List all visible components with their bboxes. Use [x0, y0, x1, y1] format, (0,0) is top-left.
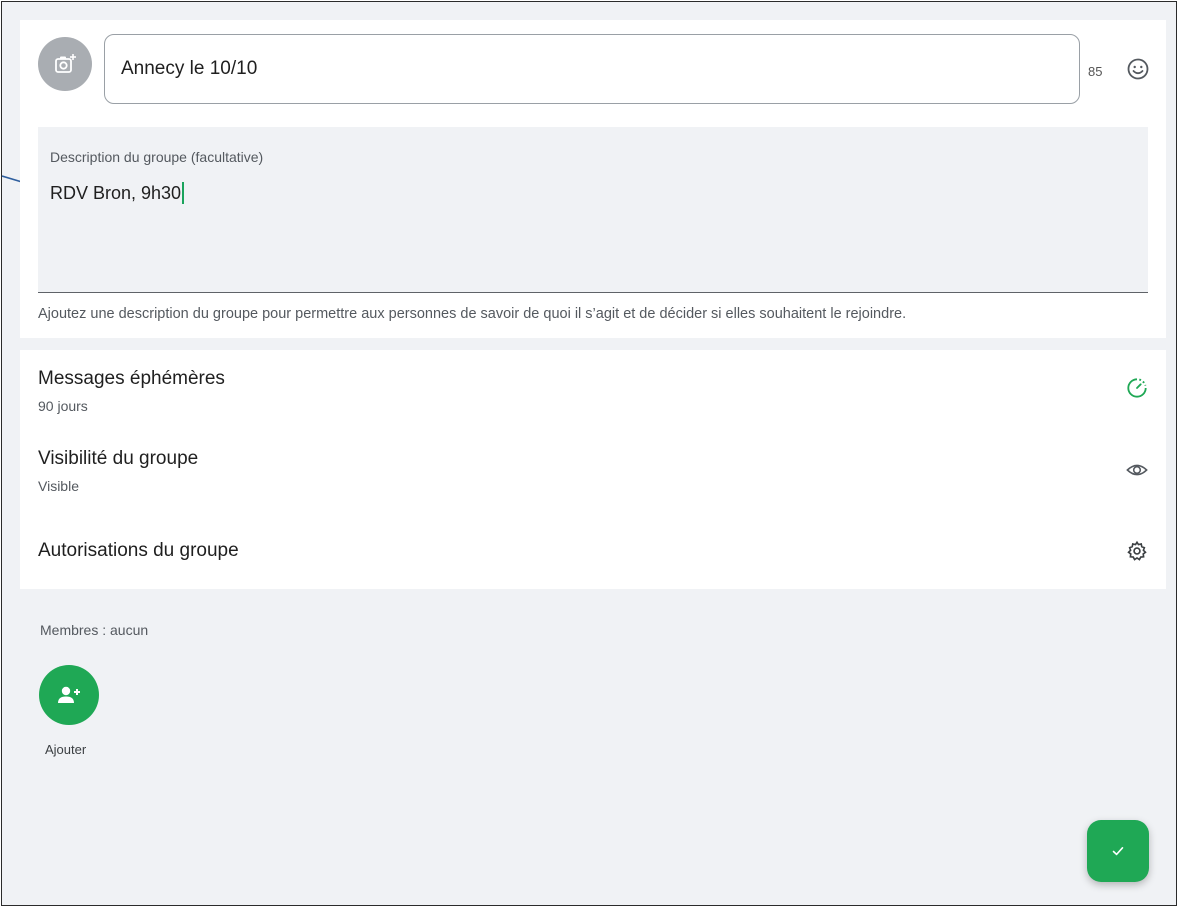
ephemeral-messages-title: Messages éphémères — [38, 368, 225, 389]
camera-add-icon — [55, 54, 76, 73]
group-photo-button[interactable] — [38, 37, 92, 91]
add-member-button[interactable] — [39, 665, 99, 725]
group-permissions-title: Autorisations du groupe — [38, 540, 239, 561]
description-value: RDV Bron, 9h30 — [50, 182, 182, 203]
gear-icon — [1127, 540, 1147, 561]
add-person-icon — [58, 686, 80, 703]
group-visibility-row[interactable]: Visibilité du groupe Visible — [20, 430, 1166, 510]
group-info-card: Annecy le 10/10 85 Description du groupe… — [20, 20, 1166, 338]
description-field[interactable]: Description du groupe (facultative) RDV … — [38, 127, 1148, 293]
group-settings-card: Messages éphémères 90 jours Visibilité d… — [20, 350, 1166, 589]
eye-icon — [1126, 464, 1148, 476]
emoji-icon[interactable] — [1126, 57, 1150, 81]
group-permissions-row[interactable]: Autorisations du groupe — [20, 510, 1166, 589]
ephemeral-messages-row[interactable]: Messages éphémères 90 jours — [20, 350, 1166, 430]
text-caret — [182, 182, 185, 204]
group-name-value: Annecy le 10/10 — [121, 58, 258, 79]
checkmark-icon — [1112, 847, 1124, 856]
add-member-label: Ajouter — [45, 742, 87, 757]
char-count: 85 — [1088, 64, 1103, 79]
description-value-row: RDV Bron, 9h30 — [50, 182, 185, 204]
app-frame: Annecy le 10/10 85 Description du groupe… — [1, 1, 1177, 906]
description-helper-text: Ajoutez une description du groupe pour p… — [38, 306, 907, 322]
confirm-button[interactable] — [1087, 820, 1149, 882]
group-visibility-value: Visible — [38, 478, 79, 494]
ephemeral-messages-value: 90 jours — [38, 398, 88, 414]
group-name-input[interactable]: Annecy le 10/10 — [104, 34, 1080, 104]
description-label: Description du groupe (facultative) — [50, 149, 264, 165]
members-label: Membres : aucun — [40, 622, 149, 638]
group-visibility-title: Visibilité du groupe — [38, 448, 199, 469]
timer-icon — [1127, 378, 1147, 398]
